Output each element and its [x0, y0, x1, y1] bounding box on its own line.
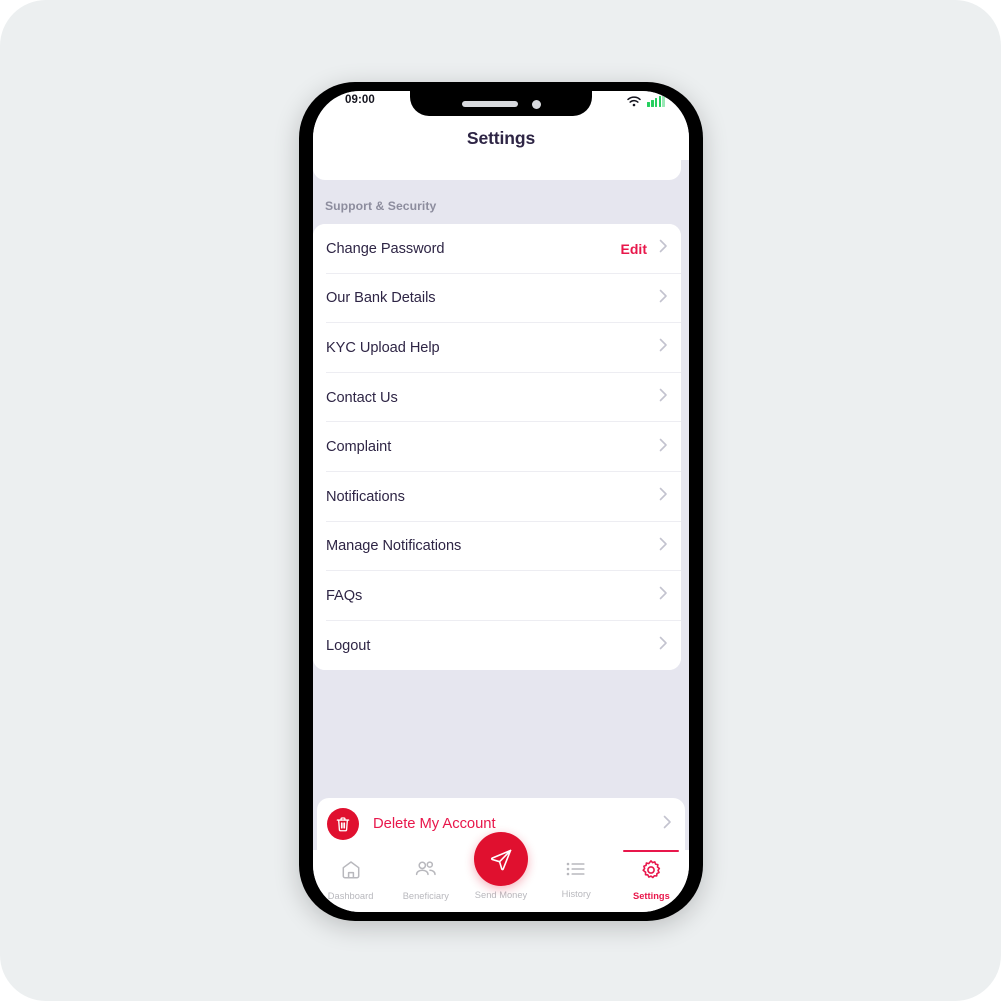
chevron-right-icon — [659, 239, 668, 258]
notch — [410, 91, 592, 116]
people-icon — [414, 859, 438, 886]
row-label: Notifications — [326, 488, 405, 505]
gear-icon — [640, 859, 662, 886]
status-time: 09:00 — [345, 94, 375, 106]
send-icon[interactable] — [474, 832, 528, 886]
wifi-icon — [627, 96, 642, 107]
delete-account-label: Delete My Account — [373, 816, 496, 832]
chevron-right-icon — [659, 636, 668, 655]
settings-scroll-body[interactable]: Support & Security Change Password Edit … — [313, 160, 689, 850]
tab-dashboard[interactable]: Dashboard — [313, 859, 388, 901]
tab-label: Settings — [632, 891, 670, 901]
row-label: FAQs — [326, 587, 363, 604]
tab-send-money[interactable]: Send Money — [463, 832, 538, 900]
home-icon — [340, 859, 362, 886]
row-label: KYC Upload Help — [326, 339, 440, 356]
chevron-right-icon — [659, 388, 668, 407]
row-label: Our Bank Details — [326, 290, 436, 307]
row-label: Logout — [326, 637, 371, 654]
status-indicators — [627, 96, 665, 107]
chevron-right-icon — [659, 586, 668, 605]
tab-label: Send Money — [474, 890, 528, 900]
tab-beneficiary[interactable]: Beneficiary — [388, 859, 463, 901]
page-canvas: 09:00 Settings Support & Security Change… — [0, 0, 1001, 1001]
chevron-right-icon — [663, 815, 672, 834]
settings-row-logout[interactable]: Logout — [313, 620, 681, 671]
previous-section-card-partial — [313, 160, 681, 180]
page-title: Settings — [466, 128, 536, 148]
tab-history[interactable]: History — [539, 859, 614, 899]
row-label: Manage Notifications — [326, 538, 462, 555]
settings-card: Change Password Edit Our Bank Details KY… — [313, 224, 681, 671]
settings-row-faqs[interactable]: FAQs — [313, 571, 681, 621]
chevron-right-icon — [659, 289, 668, 308]
list-icon — [565, 859, 587, 884]
phone-screen: 09:00 Settings Support & Security Change… — [313, 91, 689, 912]
tab-label: Dashboard — [327, 891, 374, 901]
settings-row-contact-us[interactable]: Contact Us — [313, 372, 681, 423]
bottom-navigation: Dashboard Beneficiary Send Money History… — [313, 832, 689, 912]
settings-row-notifications[interactable]: Notifications — [313, 471, 681, 522]
row-label: Change Password — [326, 240, 445, 257]
row-label: Contact Us — [326, 389, 398, 406]
section-label-support-security: Support & Security — [325, 199, 437, 213]
chevron-right-icon — [659, 537, 668, 556]
app-bar: Settings — [313, 117, 689, 160]
battery-icon — [647, 96, 665, 107]
trash-icon — [327, 808, 359, 840]
settings-row-our-bank-details[interactable]: Our Bank Details — [313, 273, 681, 324]
phone-frame: 09:00 Settings Support & Security Change… — [299, 82, 703, 921]
tab-settings[interactable]: Settings — [614, 850, 689, 901]
settings-row-complaint[interactable]: Complaint — [313, 422, 681, 472]
tab-label: History — [561, 889, 591, 899]
chevron-right-icon — [659, 438, 668, 457]
settings-row-change-password[interactable]: Change Password Edit — [313, 224, 681, 274]
chevron-right-icon — [659, 487, 668, 506]
notch-camera — [531, 99, 541, 109]
edit-link[interactable]: Edit — [621, 241, 647, 257]
active-tab-indicator — [623, 850, 680, 853]
tab-label: Beneficiary — [402, 891, 449, 901]
chevron-right-icon — [659, 338, 668, 357]
notch-speaker — [461, 101, 518, 107]
row-label: Complaint — [326, 439, 392, 456]
settings-row-kyc-upload-help[interactable]: KYC Upload Help — [313, 323, 681, 373]
settings-row-manage-notifications[interactable]: Manage Notifications — [313, 521, 681, 572]
